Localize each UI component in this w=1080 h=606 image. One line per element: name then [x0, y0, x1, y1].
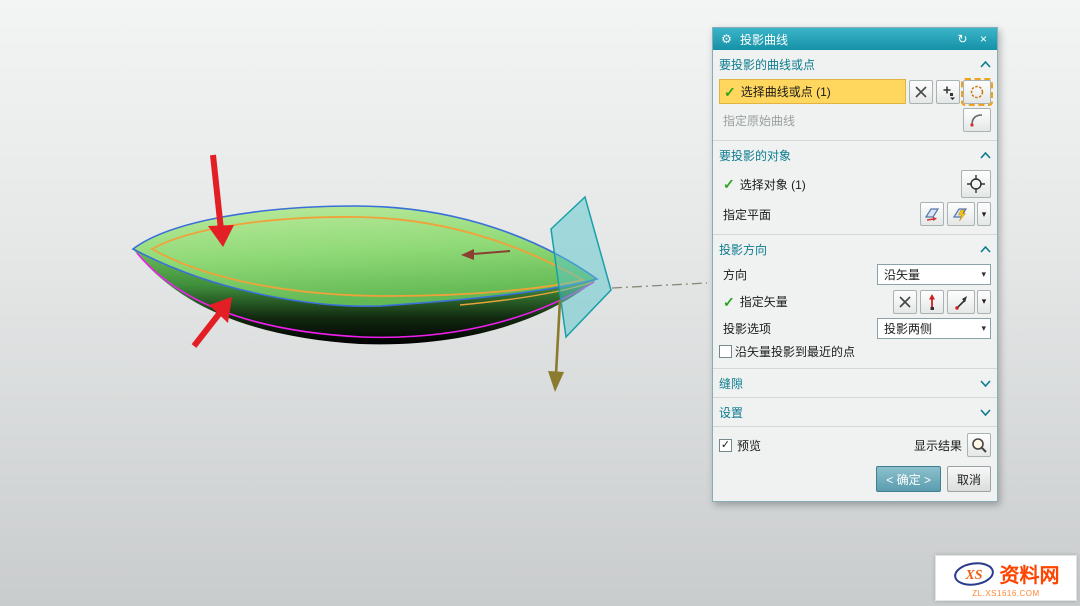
section-header-gap[interactable]: 缝隙 — [719, 372, 991, 394]
project-curve-dialog: ⚙ 投影曲线 ↻ × 要投影的曲线或点 ✓ 选择曲线或点 (1) — [712, 27, 998, 502]
check-icon: ✓ — [724, 85, 736, 99]
corner-curve-button[interactable] — [963, 108, 991, 132]
extension-dash-line — [612, 283, 707, 288]
red-vector-icon — [924, 293, 940, 311]
chevron-down-icon: ▾ — [981, 269, 986, 280]
reset-icon[interactable]: ↻ — [955, 33, 970, 45]
select-object-row[interactable]: ✓ 选择对象 (1) — [719, 172, 958, 197]
direction-combobox[interactable]: 沿矢量 ▾ — [877, 264, 991, 285]
plane-inferred-button[interactable] — [920, 202, 944, 226]
point-constructor-icon — [940, 84, 956, 100]
projection-option-label: 投影选项 — [719, 320, 874, 337]
section-title: 投影方向 — [719, 241, 980, 258]
chevron-down-icon — [980, 380, 991, 387]
watermark: XS 资料网 ZL.XS1616.COM — [935, 555, 1077, 601]
crossing-curves-icon — [913, 84, 929, 100]
section-direction: 投影方向 方向 沿矢量 ▾ ✓ 指定矢量 — [713, 235, 997, 369]
projection-option-combobox[interactable]: 投影两侧 ▾ — [877, 318, 991, 339]
general-selection-button[interactable] — [961, 170, 991, 198]
watermark-url: ZL.XS1616.COM — [940, 589, 1072, 598]
specify-plane-label: 指定平面 — [719, 206, 917, 223]
chevron-down-icon: ▾ — [981, 323, 986, 334]
vector-up-button[interactable] — [920, 290, 944, 314]
datum-plane-bolt-icon — [952, 205, 970, 223]
nearest-point-checkbox[interactable] — [719, 345, 732, 358]
chevron-down-icon — [980, 409, 991, 416]
chevron-up-icon — [980, 152, 991, 159]
section-header-direction[interactable]: 投影方向 — [719, 238, 991, 260]
chevron-up-icon — [980, 246, 991, 253]
vector-options-dropdown[interactable]: ▾ — [977, 290, 991, 314]
section-settings: 设置 — [713, 398, 997, 427]
dialog-footer: ✓ 预览 显示结果 < 确定 > 取消 — [713, 427, 997, 501]
section-objects: 要投影的对象 ✓ 选择对象 (1) 指定平面 — [713, 141, 997, 235]
application-window: ⚙ 投影曲线 ↻ × 要投影的曲线或点 ✓ 选择曲线或点 (1) — [0, 0, 1080, 606]
section-title: 要投影的对象 — [719, 147, 980, 164]
magnifier-icon — [970, 436, 988, 454]
crosshair-icon — [966, 174, 986, 194]
inferred-vector-button[interactable] — [947, 290, 975, 314]
projection-vector-arrow[interactable] — [548, 300, 564, 392]
close-icon[interactable]: × — [976, 33, 991, 45]
section-title: 要投影的曲线或点 — [719, 56, 980, 73]
origin-curve-label[interactable]: 指定原始曲线 — [719, 112, 960, 129]
chevron-up-icon — [980, 61, 991, 68]
section-title: 设置 — [719, 404, 980, 421]
gear-icon: ⚙ — [719, 33, 734, 45]
select-curve-label: 选择曲线或点 (1) — [741, 83, 831, 100]
datum-plane-button[interactable] — [947, 202, 975, 226]
section-header-curves[interactable]: 要投影的曲线或点 — [719, 53, 991, 75]
specify-vector-label: 指定矢量 — [740, 293, 788, 310]
point-constructor-button[interactable] — [936, 80, 960, 104]
dialog-title: 投影曲线 — [740, 31, 949, 48]
section-header-objects[interactable]: 要投影的对象 — [719, 144, 991, 166]
direction-label: 方向 — [719, 266, 874, 283]
ok-button[interactable]: < 确定 > — [876, 466, 941, 492]
dialog-titlebar[interactable]: ⚙ 投影曲线 ↻ × — [713, 28, 997, 50]
watermark-logo-text: XS — [964, 568, 982, 583]
show-result-button[interactable] — [967, 433, 991, 457]
section-curves: 要投影的曲线或点 ✓ 选择曲线或点 (1) — [713, 50, 997, 141]
section-header-settings[interactable]: 设置 — [719, 401, 991, 423]
circle-curve-icon — [969, 84, 985, 100]
plane-icon — [923, 205, 941, 223]
section-gap: 缝隙 — [713, 369, 997, 398]
preview-label: 预览 — [737, 437, 761, 454]
specify-vector-row[interactable]: ✓ 指定矢量 — [719, 289, 890, 314]
crossing-vectors-icon — [897, 294, 913, 310]
check-icon: ✓ — [723, 295, 735, 309]
plane-options-dropdown[interactable]: ▾ — [977, 202, 991, 226]
corner-curve-icon — [969, 112, 985, 128]
curve-rule-button[interactable] — [963, 80, 991, 104]
select-curve-row[interactable]: ✓ 选择曲线或点 (1) — [719, 79, 906, 104]
intersection-point-button[interactable] — [909, 80, 933, 104]
preview-checkbox[interactable]: ✓ — [719, 439, 732, 452]
cancel-button[interactable]: 取消 — [947, 466, 991, 492]
select-object-label: 选择对象 (1) — [740, 176, 806, 193]
inferred-vector-icon — [953, 294, 969, 310]
vector-dialog-button[interactable] — [893, 290, 917, 314]
section-title: 缝隙 — [719, 375, 980, 392]
watermark-logo-icon: XS — [953, 561, 997, 587]
watermark-brand: 资料网 — [1000, 559, 1060, 588]
check-icon: ✓ — [723, 177, 735, 191]
projection-option-value: 投影两侧 — [884, 320, 981, 337]
show-result-label: 显示结果 — [914, 437, 962, 454]
nearest-point-label: 沿矢量投影到最近的点 — [735, 343, 855, 360]
direction-value: 沿矢量 — [884, 266, 981, 283]
